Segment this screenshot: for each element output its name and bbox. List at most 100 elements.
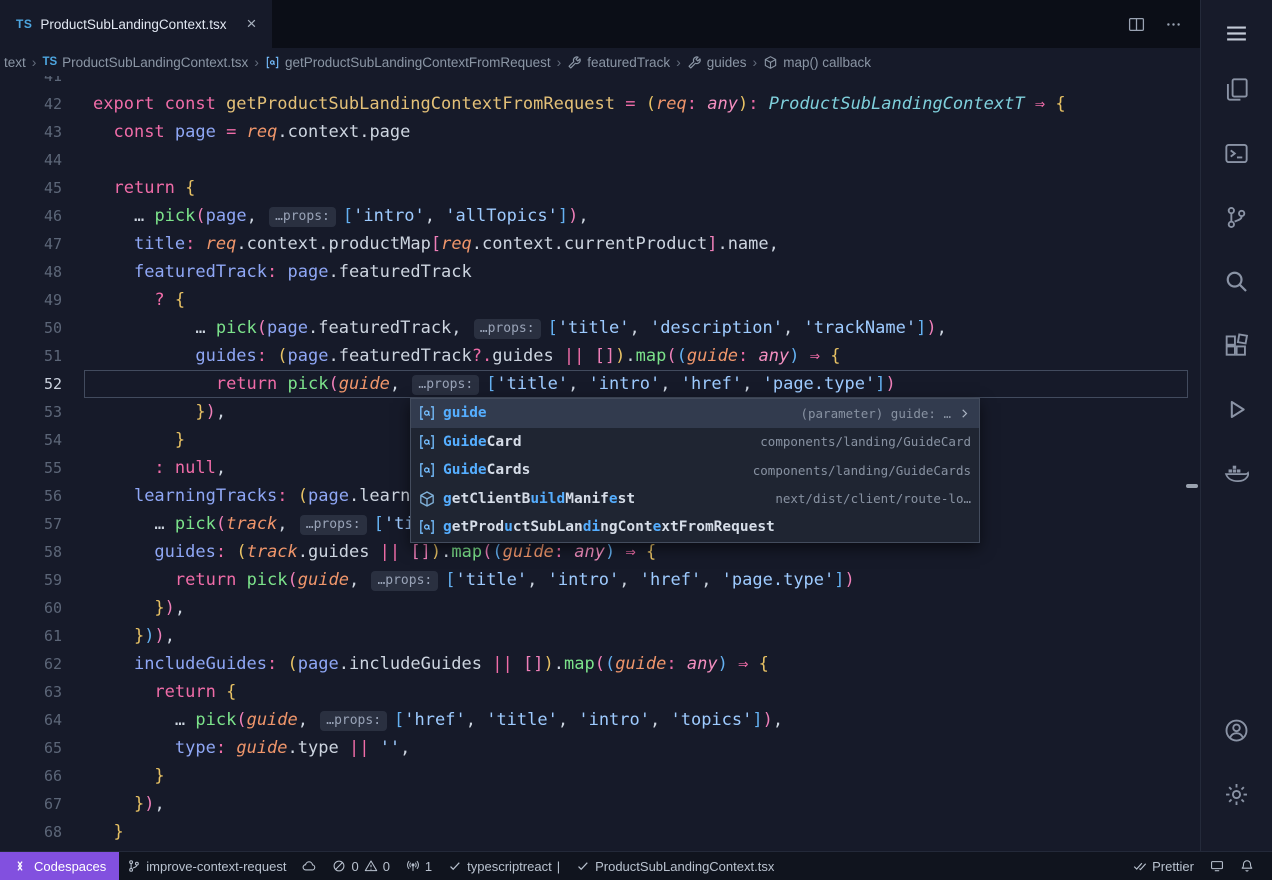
code-token: )	[144, 626, 154, 646]
code-token	[1045, 94, 1055, 114]
breadcrumb-item-featuredtrack[interactable]: featuredTrack	[565, 55, 672, 70]
suggest-item-4[interactable]: getProductSubLandingContextFromRequest	[411, 513, 979, 542]
code-line-42[interactable]: 42export const getProductSubLandingConte…	[0, 90, 1200, 118]
line-number[interactable]: 62	[0, 650, 62, 678]
code-line-50[interactable]: 50 … pick(page.featuredTrack, …props:['t…	[0, 314, 1200, 342]
line-number[interactable]: 58	[0, 538, 62, 566]
suggest-item-2[interactable]: GuideCardscomponents/landing/GuideCards	[411, 456, 979, 485]
line-number[interactable]: 47	[0, 230, 62, 258]
code-line-45[interactable]: 45 return {	[0, 174, 1200, 202]
code-line-64[interactable]: 64 … pick(guide, …props:['href', 'title'…	[0, 706, 1200, 734]
split-editor-icon[interactable]	[1128, 16, 1145, 33]
code-token: page	[298, 654, 339, 674]
line-number[interactable]: 67	[0, 790, 62, 818]
code-token: ,	[558, 710, 578, 730]
code-line-67[interactable]: 67 }),	[0, 790, 1200, 818]
code-line-66[interactable]: 66 }	[0, 762, 1200, 790]
code-line-60[interactable]: 60 }),	[0, 594, 1200, 622]
activity-settings-icon[interactable]	[1213, 771, 1261, 817]
line-number[interactable]: 56	[0, 482, 62, 510]
code-token: ,	[568, 374, 588, 394]
line-number[interactable]: 61	[0, 622, 62, 650]
activity-run-icon[interactable]	[1213, 386, 1261, 432]
line-number[interactable]: 52	[0, 370, 62, 398]
breadcrumb-item-text[interactable]: text	[2, 55, 28, 70]
code-editor[interactable]: 4142export const getProductSubLandingCon…	[0, 76, 1200, 851]
line-number[interactable]: 49	[0, 286, 62, 314]
line-number[interactable]: 43	[0, 118, 62, 146]
activity-source-control-icon[interactable]	[1213, 194, 1261, 240]
status-text: 0	[383, 859, 390, 874]
line-number[interactable]: 44	[0, 146, 62, 174]
activity-menu-icon[interactable]	[1213, 10, 1261, 56]
line-number[interactable]: 50	[0, 314, 62, 342]
status-notifications[interactable]	[1232, 852, 1262, 880]
code-line-46[interactable]: 46 … pick(page, …props:['intro', 'allTop…	[0, 202, 1200, 230]
activity-terminal-icon[interactable]	[1213, 130, 1261, 176]
code-token: ,	[175, 598, 185, 618]
line-number[interactable]: 48	[0, 258, 62, 286]
code-line-41[interactable]: 41	[0, 76, 1200, 90]
error-icon	[332, 859, 346, 873]
code-line-44[interactable]: 44	[0, 146, 1200, 174]
line-number[interactable]: 53	[0, 398, 62, 426]
line-number[interactable]: 63	[0, 678, 62, 706]
tab-close-icon[interactable]: ×	[246, 14, 256, 34]
breadcrumb-item-guides[interactable]: guides	[685, 55, 749, 70]
status-branch[interactable]: improve-context-request	[119, 852, 294, 880]
scrollbar-thumb[interactable]	[1186, 484, 1198, 488]
line-number[interactable]: 66	[0, 762, 62, 790]
code-line-68[interactable]: 68 }	[0, 818, 1200, 846]
code-line-59[interactable]: 59 return pick(guide, …props:['title', '…	[0, 566, 1200, 594]
code-token: (	[595, 654, 605, 674]
activity-search-icon[interactable]	[1213, 258, 1261, 304]
line-number[interactable]: 65	[0, 734, 62, 762]
line-number[interactable]: 46	[0, 202, 62, 230]
code-line-49[interactable]: 49 ? {	[0, 286, 1200, 314]
code-line-48[interactable]: 48 featuredTrack: page.featuredTrack	[0, 258, 1200, 286]
line-number[interactable]: 51	[0, 342, 62, 370]
line-number[interactable]: 42	[0, 90, 62, 118]
line-number[interactable]: 41	[0, 76, 62, 90]
chevron-right-icon[interactable]	[958, 407, 971, 420]
suggest-item-0[interactable]: guide(parameter) guide: …	[411, 399, 979, 428]
remote-indicator-codespaces[interactable]: Codespaces	[0, 852, 119, 880]
line-number[interactable]: 59	[0, 566, 62, 594]
suggest-item-3[interactable]: getClientBuildManifestnext/dist/client/r…	[411, 485, 979, 514]
status-language-mode[interactable]: typescriptreact|	[440, 852, 568, 880]
line-number[interactable]: 45	[0, 174, 62, 202]
activity-docker-icon[interactable]	[1213, 450, 1261, 496]
status-prettier[interactable]: Prettier	[1125, 852, 1202, 880]
code-line-62[interactable]: 62 includeGuides: (page.includeGuides ||…	[0, 650, 1200, 678]
breadcrumb-item-productsublandingcontext-tsx[interactable]: TSProductSubLandingContext.tsx	[40, 55, 250, 70]
line-number[interactable]: 54	[0, 426, 62, 454]
line-number[interactable]: 64	[0, 706, 62, 734]
code-line-47[interactable]: 47 title: req.context.productMap[req.con…	[0, 230, 1200, 258]
activity-files-icon[interactable]	[1213, 66, 1261, 112]
tab-productsublandingcontext[interactable]: TS ProductSubLandingContext.tsx ×	[0, 0, 272, 48]
more-actions-icon[interactable]	[1165, 16, 1182, 33]
status-ports[interactable]: 1	[398, 852, 440, 880]
activity-extensions-icon[interactable]	[1213, 322, 1261, 368]
status-remote-explorer[interactable]	[1202, 852, 1232, 880]
line-number[interactable]: 57	[0, 510, 62, 538]
code-line-65[interactable]: 65 type: guide.type || '',	[0, 734, 1200, 762]
code-line-52[interactable]: 52 return pick(guide, …props:['title', '…	[0, 370, 1200, 398]
line-number[interactable]: 68	[0, 818, 62, 846]
breadcrumb-item-map-callback[interactable]: map() callback	[761, 55, 873, 70]
code-line-content: … pick(page.featuredTrack, …props:['titl…	[93, 314, 947, 342]
status-file-status[interactable]: ProductSubLandingContext.tsx	[568, 852, 782, 880]
code-line-51[interactable]: 51 guides: (page.featuredTrack?.guides |…	[0, 342, 1200, 370]
status-problems[interactable]: 00	[324, 852, 397, 880]
status-sync[interactable]	[294, 852, 324, 880]
line-number[interactable]: 60	[0, 594, 62, 622]
status-text: typescriptreact	[467, 859, 552, 874]
code-line-61[interactable]: 61 })),	[0, 622, 1200, 650]
activity-account-icon[interactable]	[1213, 707, 1261, 753]
line-number[interactable]: 55	[0, 454, 62, 482]
code-line-63[interactable]: 63 return {	[0, 678, 1200, 706]
code-line-43[interactable]: 43 const page = req.context.page	[0, 118, 1200, 146]
code-token: }	[154, 598, 164, 618]
breadcrumb-item-getproductsublandingcontextfromrequest[interactable]: getProductSubLandingContextFromRequest	[263, 55, 553, 70]
suggest-item-1[interactable]: GuideCardcomponents/landing/GuideCard	[411, 428, 979, 457]
